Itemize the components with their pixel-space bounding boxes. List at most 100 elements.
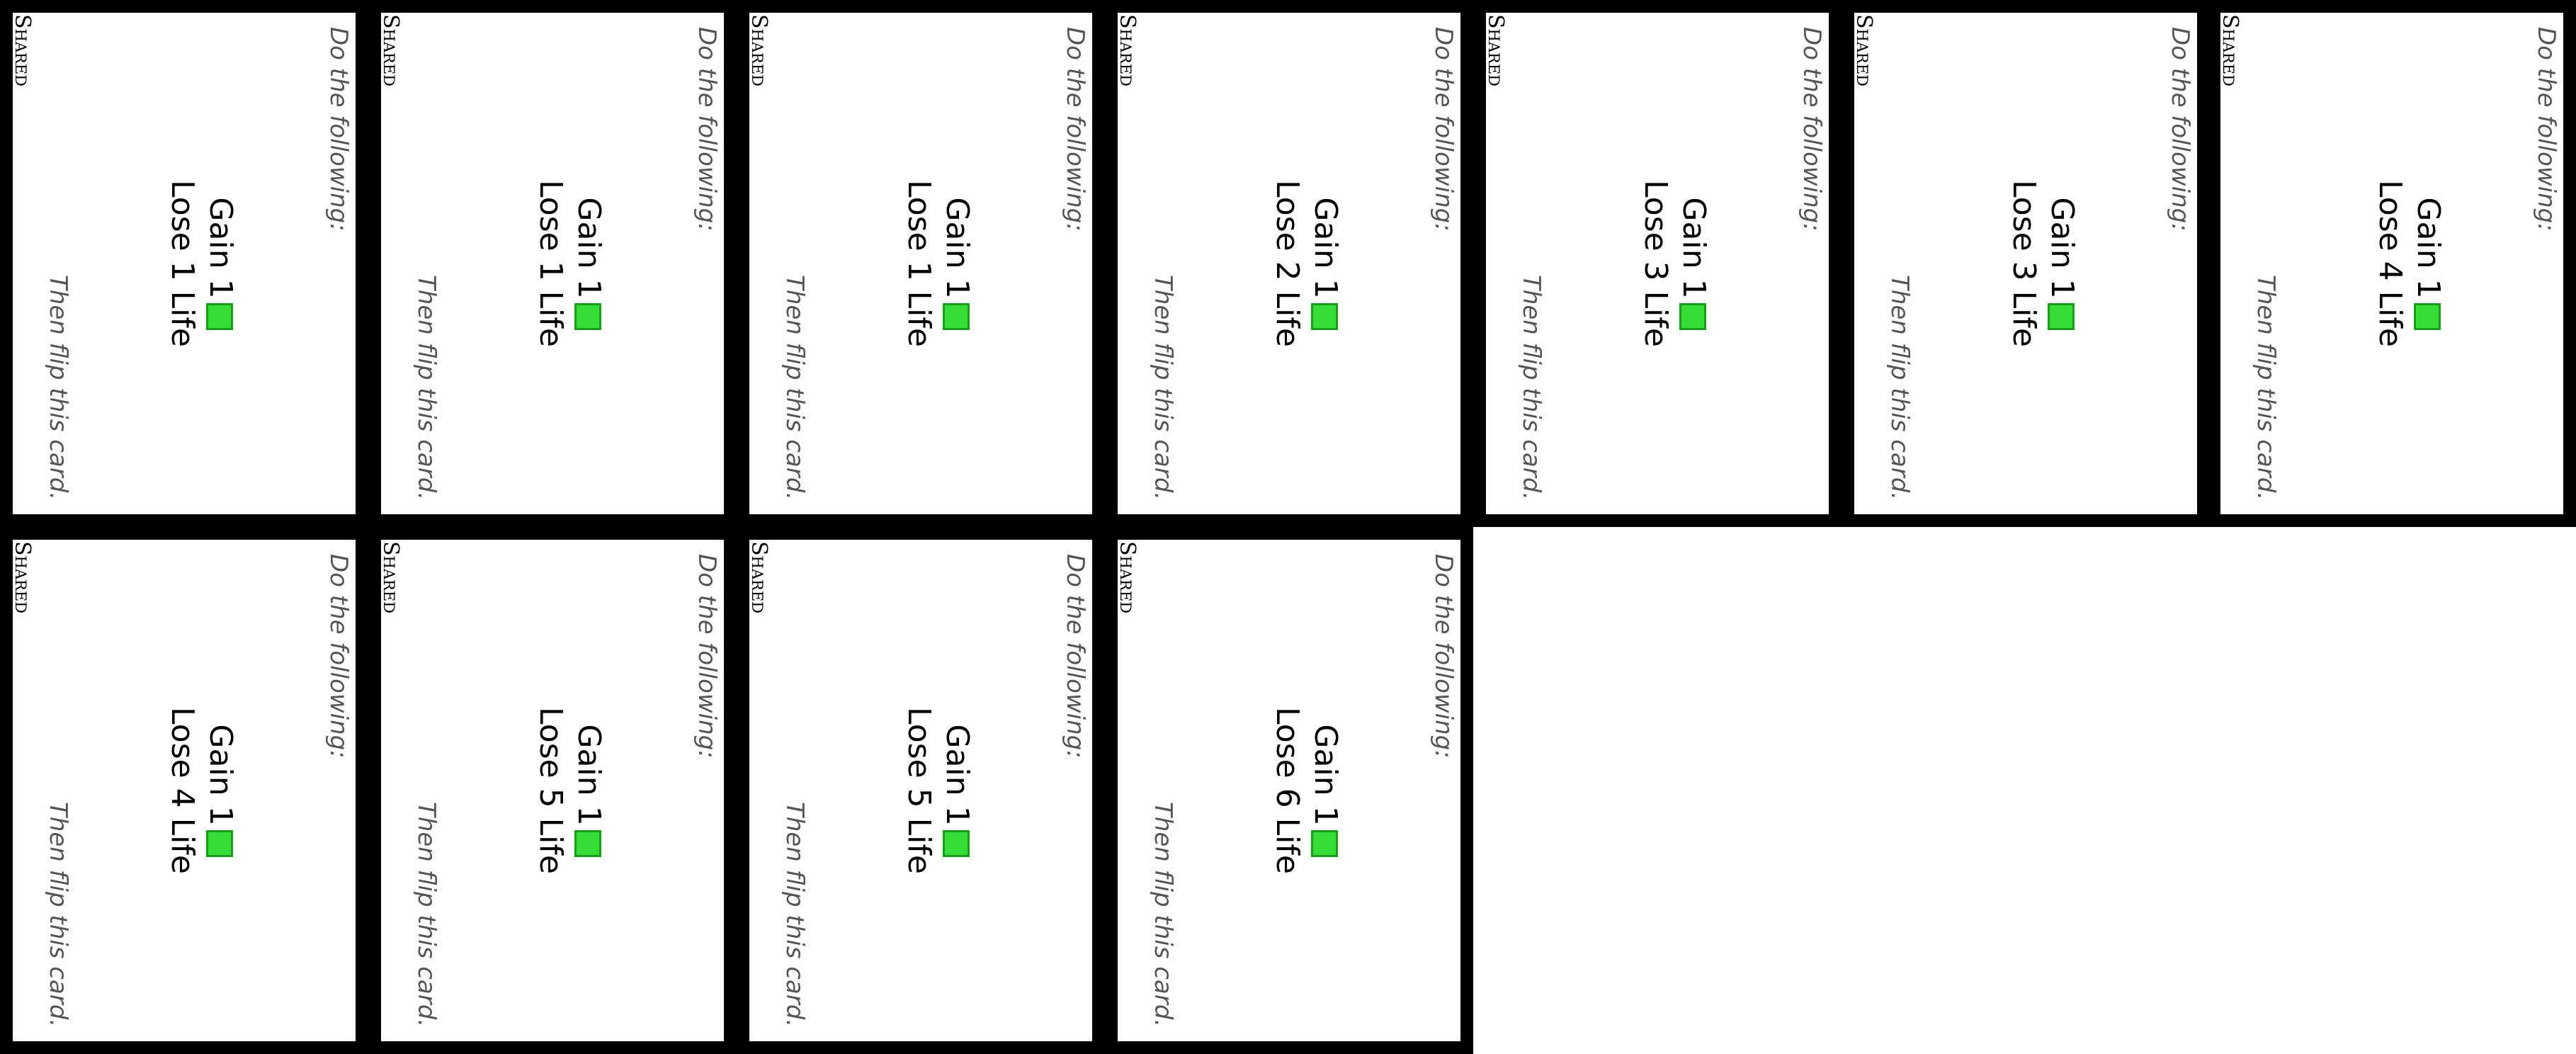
lose-life-text: Lose 5 Life [901, 707, 937, 874]
lose-life-text: Lose 3 Life [1638, 180, 1674, 347]
card: Shared Do the following: Gain 1 Lose 5 L… [368, 527, 737, 1054]
gain-line: Gain 1 [1674, 13, 1713, 514]
card-intro-text: Do the following: [1429, 554, 1458, 759]
green-square-icon [206, 302, 233, 330]
lose-life-text: Lose 1 Life [901, 180, 937, 347]
card-outro-text: Then flip this card. [1149, 802, 1177, 1028]
green-square-icon [2414, 302, 2441, 330]
card-intro-text: Do the following: [2166, 27, 2194, 232]
card-face: Shared Do the following: Gain 1 Lose 6 L… [1118, 540, 1460, 1041]
green-square-icon [943, 829, 970, 857]
card-outro-text: Then flip this card. [781, 275, 809, 501]
card-effects: Gain 1 Lose 1 Life [531, 13, 608, 514]
card-label: Shared [1118, 541, 1140, 614]
card-intro-text: Do the following: [1798, 27, 1826, 232]
card-outro-text: Then flip this card. [1149, 275, 1177, 501]
card-effects: Gain 1 Lose 3 Life [1636, 13, 1713, 514]
card-outro-text: Then flip this card. [44, 802, 72, 1028]
card-outro-text: Then flip this card. [1517, 275, 1545, 501]
card: Shared Do the following: Gain 1 Lose 3 L… [1473, 0, 1842, 527]
card-intro-text: Do the following: [693, 27, 721, 232]
lose-life-text: Lose 2 Life [1269, 180, 1305, 347]
gain-line: Gain 1 [938, 13, 976, 514]
gain-line: Gain 1 [201, 13, 239, 514]
card-outro-text: Then flip this card. [412, 802, 441, 1028]
card-effects: Gain 1 Lose 1 Life [900, 13, 976, 514]
card-effects: Gain 1 Lose 6 Life [1268, 540, 1344, 1041]
card-intro-text: Do the following: [1429, 27, 1458, 232]
green-square-icon [1311, 302, 1338, 330]
card: Shared Do the following: Gain 1 Lose 3 L… [1842, 0, 2210, 527]
gain-line: Gain 1 [1306, 540, 1344, 1041]
gain-line: Gain 1 [2409, 13, 2447, 514]
gain-text: Gain 1 [203, 724, 239, 826]
card-outro-text: Then flip this card. [412, 275, 441, 501]
gain-text: Gain 1 [939, 724, 975, 826]
gain-text: Gain 1 [203, 197, 239, 299]
card-effects: Gain 1 Lose 5 Life [531, 540, 608, 1041]
card-intro-text: Do the following: [1061, 554, 1089, 759]
card: Shared Do the following: Gain 1 Lose 1 L… [737, 0, 1105, 527]
card-intro-text: Do the following: [2532, 27, 2560, 232]
card-face: Shared Do the following: Gain 1 Lose 1 L… [13, 13, 356, 514]
card-face: Shared Do the following: Gain 1 Lose 5 L… [381, 540, 724, 1041]
gain-text: Gain 1 [1307, 197, 1344, 299]
card: Shared Do the following: Gain 1 Lose 2 L… [1105, 0, 1473, 527]
gain-text: Gain 1 [571, 724, 607, 826]
card-face: Shared Do the following: Gain 1 Lose 4 L… [2220, 13, 2563, 514]
gain-line: Gain 1 [201, 540, 239, 1041]
lose-life-text: Lose 4 Life [164, 707, 200, 874]
card: Shared Do the following: Gain 1 Lose 4 L… [0, 527, 368, 1054]
card-label: Shared [749, 541, 771, 614]
card-outro-text: Then flip this card. [2252, 275, 2280, 501]
card-face: Shared Do the following: Gain 1 Lose 4 L… [13, 540, 356, 1041]
lose-life-text: Lose 1 Life [533, 180, 569, 347]
card-label: Shared [1854, 14, 1876, 87]
card-sheet: Shared Do the following: Gain 1 Lose 1 L… [0, 0, 2576, 1054]
card-effects: Gain 1 Lose 3 Life [2004, 13, 2081, 514]
card-label: Shared [749, 14, 771, 87]
card-effects: Gain 1 Lose 2 Life [1268, 13, 1344, 514]
lose-life-text: Lose 1 Life [164, 180, 200, 347]
green-square-icon [206, 829, 233, 857]
gain-text: Gain 1 [1676, 197, 1712, 299]
lose-life-text: Lose 4 Life [2372, 180, 2408, 347]
card-label: Shared [2220, 14, 2242, 87]
card-label: Shared [381, 541, 403, 614]
card-label: Shared [13, 541, 35, 614]
card: Shared Do the following: Gain 1 Lose 5 L… [737, 527, 1105, 1054]
card-label: Shared [13, 14, 35, 87]
gain-text: Gain 1 [1307, 724, 1344, 826]
card-intro-text: Do the following: [693, 554, 721, 759]
gain-text: Gain 1 [939, 197, 975, 299]
green-square-icon [943, 302, 970, 330]
card-face: Shared Do the following: Gain 1 Lose 2 L… [1118, 13, 1460, 514]
gain-line: Gain 1 [1306, 13, 1344, 514]
card-label: Shared [1118, 14, 1140, 87]
card-intro-text: Do the following: [324, 554, 353, 759]
card-face: Shared Do the following: Gain 1 Lose 5 L… [749, 540, 1092, 1041]
gain-text: Gain 1 [571, 197, 607, 299]
gain-text: Gain 1 [2410, 197, 2446, 299]
gain-line: Gain 1 [2043, 13, 2081, 514]
green-square-icon [1679, 302, 1706, 330]
card-effects: Gain 1 Lose 4 Life [163, 540, 239, 1041]
card-effects: Gain 1 Lose 5 Life [900, 540, 976, 1041]
gain-line: Gain 1 [569, 540, 608, 1041]
green-square-icon [574, 302, 601, 330]
card-outro-text: Then flip this card. [781, 802, 809, 1028]
card: Shared Do the following: Gain 1 Lose 1 L… [368, 0, 737, 527]
green-square-icon [1311, 829, 1338, 857]
lose-life-text: Lose 6 Life [1269, 707, 1305, 874]
card-face: Shared Do the following: Gain 1 Lose 3 L… [1854, 13, 2197, 514]
gain-line: Gain 1 [938, 540, 976, 1041]
lose-life-text: Lose 3 Life [2006, 180, 2042, 347]
gain-text: Gain 1 [2044, 197, 2080, 299]
card-label: Shared [381, 14, 403, 87]
lose-life-text: Lose 5 Life [533, 707, 569, 874]
card: Shared Do the following: Gain 1 Lose 6 L… [1105, 527, 1473, 1054]
card-face: Shared Do the following: Gain 1 Lose 1 L… [749, 13, 1092, 514]
card-face: Shared Do the following: Gain 1 Lose 1 L… [381, 13, 724, 514]
card-effects: Gain 1 Lose 1 Life [163, 13, 239, 514]
card-intro-text: Do the following: [324, 27, 353, 232]
